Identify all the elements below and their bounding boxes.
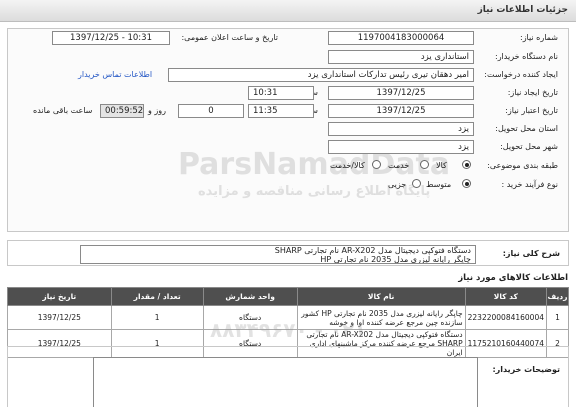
process-medium-label: متوسط	[426, 180, 452, 189]
reply-time-field: 11:35	[248, 104, 314, 118]
countdown-timer: 00:59:52	[100, 104, 144, 118]
category-service-label: خدمت	[388, 161, 410, 170]
column-header-qty: تعداد / مقدار	[110, 287, 204, 306]
row-code: 2232200084160004	[464, 305, 548, 330]
column-header-code: کد کالا	[464, 287, 548, 306]
category-label: طبقه بندی موضوعی:	[487, 161, 558, 170]
province-field: یزد	[328, 122, 474, 136]
need-number-label: شماره نیاز:	[520, 33, 558, 42]
column-header-unit: واحد شمارش	[202, 287, 298, 306]
row-index: 1	[546, 305, 569, 330]
page-title: جزئیات اطلاعات نیاز	[477, 5, 568, 15]
creator-field: امیر دهقان تیری رئیس تدارکات استانداری ی…	[168, 68, 474, 82]
province-label: استان محل تحویل:	[495, 124, 558, 133]
remaining-days-field: 0	[178, 104, 244, 118]
process-minor-radio[interactable]	[412, 179, 421, 188]
process-minor-label: جزیی	[388, 180, 407, 189]
buyer-org-field: استانداری یزد	[328, 50, 474, 64]
process-medium-radio[interactable]	[462, 179, 471, 188]
created-date-label: تاریخ ایجاد نیاز:	[507, 88, 558, 97]
buyer-org-label: نام دستگاه خریدار:	[495, 52, 558, 61]
category-service-radio[interactable]	[420, 160, 429, 169]
days-label: روز و	[148, 106, 166, 115]
page-header: جزئیات اطلاعات نیاز	[0, 0, 576, 22]
table-header-row: ردیف کد کالا نام کالا واحد شمارش تعداد /…	[7, 287, 569, 306]
buyer-contact-link[interactable]: اطلاعات تماس خریدار	[78, 70, 152, 79]
goods-section-title: اطلاعات کالاهای مورد نیاز	[458, 273, 568, 283]
created-time-field: 10:31	[248, 86, 314, 100]
creator-label: ایجاد کننده درخواست:	[484, 70, 558, 79]
announce-date-field: 1397/12/25 - 10:31	[52, 31, 170, 45]
need-details-panel: ParsNamadData پایگاه اطلاع رسانی مناقصه …	[7, 28, 569, 232]
reply-deadline-label: تاریخ اعتبار نیاز:	[505, 106, 558, 115]
reply-date-field: 1397/12/25	[328, 104, 474, 118]
need-summary-label: شرح کلی نیاز:	[502, 249, 560, 258]
city-label: شهر محل تحویل:	[500, 142, 558, 151]
column-header-date: تاریخ نیاز	[7, 287, 112, 306]
need-summary-box: دستگاه فتوکپی دیجیتال مدل AR-X202 نام تج…	[80, 245, 476, 264]
process-label: نوع فرآیند خرید :	[501, 180, 558, 189]
row-date: 1397/12/25	[7, 305, 112, 330]
buyer-notes-box	[93, 357, 478, 407]
buyer-notes-label: توضیحات خریدار:	[492, 365, 560, 374]
need-summary-row: شرح کلی نیاز: دستگاه فتوکپی دیجیتال مدل …	[7, 240, 569, 266]
category-goods-label: کالا	[436, 161, 447, 170]
announce-date-label: تاریخ و ساعت اعلان عمومی:	[181, 33, 278, 42]
column-header-index: ردیف	[546, 287, 569, 306]
category-both-label: کالا/خدمت	[330, 161, 365, 170]
category-goods-radio[interactable]	[462, 160, 471, 169]
need-number-field: 1197004183000064	[328, 31, 474, 45]
column-header-name: نام کالا	[296, 287, 466, 306]
watermark-phone: ۰۲۱ - ۸۸۳۴۹۶۷۰	[210, 318, 367, 342]
city-field: یزد	[328, 140, 474, 154]
created-date-field: 1397/12/25	[328, 86, 474, 100]
need-summary-line-2: چاپگر رایانه لیزری مدل 2035 نام تجارتی H…	[320, 254, 471, 264]
category-both-radio[interactable]	[372, 160, 381, 169]
row-qty: 1	[110, 305, 204, 330]
buyer-notes-section: توضیحات خریدار:	[7, 346, 569, 407]
remaining-time-label: ساعت باقی مانده	[33, 106, 93, 115]
